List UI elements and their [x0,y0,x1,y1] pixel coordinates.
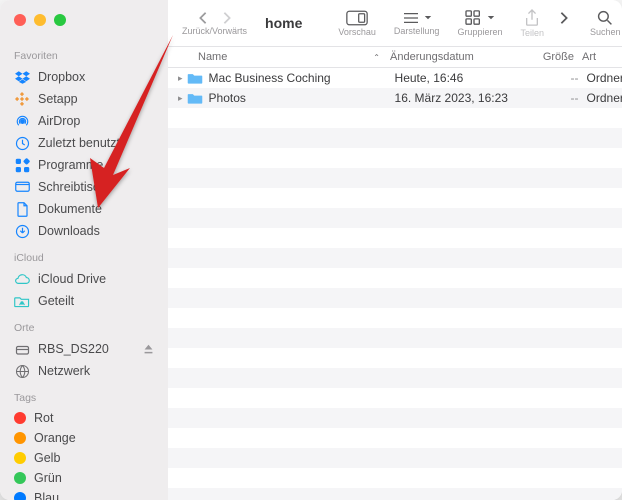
column-header-size[interactable]: Größe [530,51,582,63]
minimize-button[interactable] [34,14,46,26]
disclosure-triangle-icon[interactable]: ▸ [178,93,183,104]
apps-icon [14,157,30,173]
sidebar-item-label: Programme [38,158,103,172]
toolbar-search[interactable]: Suchen [590,10,621,37]
toolbar-preview[interactable]: Vorschau [338,10,376,37]
sidebar-tag-rot[interactable]: Rot [0,408,168,428]
sidebar-item-documents[interactable]: Dokumente [0,198,168,220]
download-icon [14,223,30,239]
file-size: -- [535,91,587,105]
toolbar-view[interactable]: Darstellung [394,11,440,36]
dropbox-icon [14,69,30,85]
file-kind: Ordner [587,71,622,85]
sidebar-item-downloads[interactable]: Downloads [0,220,168,242]
sort-caret-icon: ⌃ [373,53,380,62]
main-pane: Zurück/Vorwärts home Vorschau Darstellun… [168,0,622,500]
section-header-tags: Tags [0,382,168,408]
toolbar: Zurück/Vorwärts home Vorschau Darstellun… [168,0,622,46]
sidebar-tag-blau[interactable]: Blau [0,488,168,500]
folder-icon [187,91,203,105]
finder-window: Favoriten Dropbox Setapp AirDrop Zuletzt… [0,0,622,500]
sidebar-item-label: Dropbox [38,70,85,84]
sidebar: Favoriten Dropbox Setapp AirDrop Zuletzt… [0,0,168,500]
sidebar-item-label: RBS_DS220 [38,342,109,356]
sidebar-item-label: Zuletzt benutzt [38,136,120,150]
tag-dot-icon [14,412,26,424]
file-modified: Heute, 16:46 [395,71,535,85]
chevron-down-icon [487,15,495,21]
toolbar-share: Teilen [520,9,544,38]
sidebar-item-label: Orange [34,431,76,445]
sidebar-item-shared[interactable]: Geteilt [0,290,168,312]
column-header-row: Name⌃ Änderungsdatum Größe Art [168,46,622,68]
tag-dot-icon [14,472,26,484]
close-button[interactable] [14,14,26,26]
tag-dot-icon [14,492,26,500]
file-name: Mac Business Coching [209,71,395,85]
airdrop-icon [14,113,30,129]
nav-label: Zurück/Vorwärts [182,26,247,36]
sidebar-tag-gruen[interactable]: Grün [0,468,168,488]
toolbar-group[interactable]: Gruppieren [457,10,502,37]
folder-icon [187,71,203,85]
eject-icon[interactable] [143,344,154,355]
sidebar-item-label: iCloud Drive [38,272,106,286]
sidebar-item-label: Gelb [34,451,60,465]
sidebar-item-apps[interactable]: Programme [0,154,168,176]
column-header-modified[interactable]: Änderungsdatum [390,51,530,63]
sidebar-item-icloud-drive[interactable]: iCloud Drive [0,268,168,290]
sidebar-item-network[interactable]: Netzwerk [0,360,168,382]
sidebar-tag-gelb[interactable]: Gelb [0,448,168,468]
forward-button[interactable] [222,11,232,25]
doc-icon [14,201,30,217]
desktop-icon [14,179,30,195]
sidebar-tag-orange[interactable]: Orange [0,428,168,448]
sidebar-item-airdrop[interactable]: AirDrop [0,110,168,132]
sidebar-item-external-drive[interactable]: RBS_DS220 [0,338,168,360]
list-item[interactable]: ▸ Photos 16. März 2023, 16:23 -- Ordner [168,88,622,108]
zoom-button[interactable] [54,14,66,26]
sidebar-item-recents[interactable]: Zuletzt benutzt [0,132,168,154]
sidebar-item-label: Schreibtisch [38,180,106,194]
sidebar-item-label: Rot [34,411,53,425]
chevron-down-icon [424,15,432,21]
sidebar-item-label: Grün [34,471,62,485]
list-item[interactable]: ▸ Mac Business Coching Heute, 16:46 -- O… [168,68,622,88]
setapp-icon [14,91,30,107]
file-list: ▸ Mac Business Coching Heute, 16:46 -- O… [168,68,622,500]
sidebar-item-label: Netzwerk [38,364,90,378]
sidebar-item-label: AirDrop [38,114,80,128]
globe-icon [14,363,30,379]
sidebar-item-dropbox[interactable]: Dropbox [0,66,168,88]
back-button[interactable] [198,11,208,25]
toolbar-more[interactable] [556,11,572,36]
sidebar-item-desktop[interactable]: Schreibtisch [0,176,168,198]
column-header-kind[interactable]: Art [582,51,622,63]
section-header-favorites: Favoriten [0,40,168,66]
section-header-locations: Orte [0,312,168,338]
clock-icon [14,135,30,151]
drive-icon [14,341,30,357]
sidebar-item-label: Geteilt [38,294,74,308]
file-kind: Ordner [587,91,622,105]
window-title: home [265,15,302,31]
column-header-name[interactable]: Name⌃ [198,51,390,63]
sidebar-item-label: Dokumente [38,202,102,216]
shared-folder-icon [14,293,30,309]
cloud-icon [14,271,30,287]
tag-dot-icon [14,432,26,444]
disclosure-triangle-icon[interactable]: ▸ [178,73,183,84]
sidebar-item-label: Downloads [38,224,100,238]
file-modified: 16. März 2023, 16:23 [395,91,535,105]
tag-dot-icon [14,452,26,464]
file-size: -- [535,71,587,85]
sidebar-item-setapp[interactable]: Setapp [0,88,168,110]
sidebar-item-label: Setapp [38,92,78,106]
sidebar-item-label: Blau [34,491,59,500]
file-name: Photos [209,91,395,105]
window-controls [0,14,168,40]
section-header-icloud: iCloud [0,242,168,268]
